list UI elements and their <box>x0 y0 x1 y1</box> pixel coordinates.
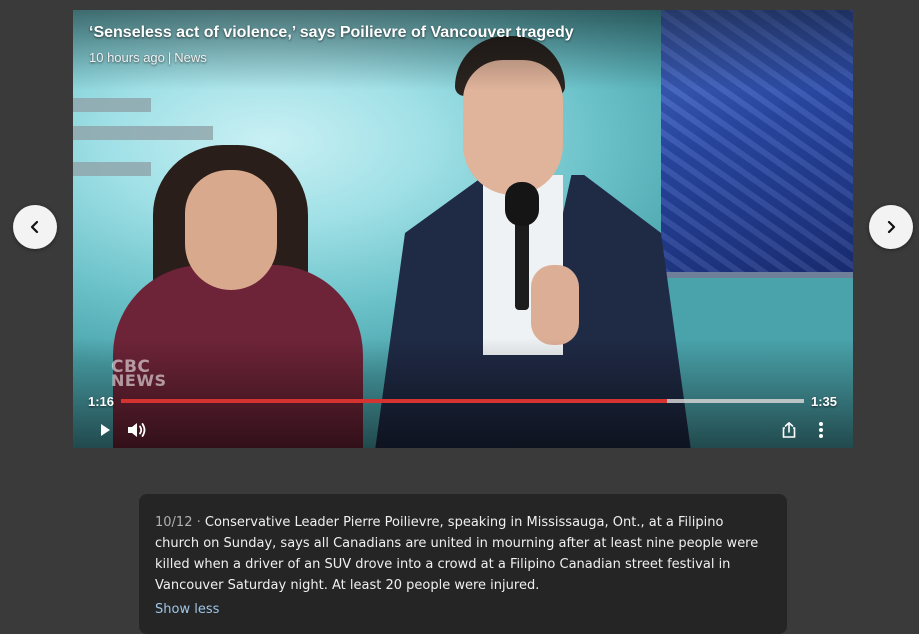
total-time: 1:35 <box>811 394 838 409</box>
progress-fill <box>121 399 668 403</box>
more-vert-icon <box>819 422 823 438</box>
share-icon <box>782 422 796 438</box>
meta-separator: | <box>167 50 172 65</box>
microphone <box>505 182 539 226</box>
slide-counter: 10/12 · <box>155 515 201 530</box>
next-button[interactable] <box>869 205 913 249</box>
video-player[interactable]: CBC NEWS ‘Senseless act of violence,’ sa… <box>73 10 853 448</box>
share-button[interactable] <box>777 418 801 442</box>
video-meta: 10 hours ago | News <box>89 50 207 65</box>
microphone-handle <box>515 220 529 310</box>
wall-decoration <box>73 98 151 112</box>
cbc-news-watermark: CBC NEWS <box>111 357 167 390</box>
progress-bar[interactable] <box>121 399 804 403</box>
volume-button[interactable] <box>125 418 149 442</box>
caption-text: Conservative Leader Pierre Poilievre, sp… <box>155 515 759 593</box>
more-options-button[interactable] <box>809 418 833 442</box>
previous-button[interactable] <box>13 205 57 249</box>
video-title: ‘Senseless act of violence,’ says Poilie… <box>89 24 574 41</box>
play-button[interactable] <box>93 418 117 442</box>
chevron-left-icon <box>30 220 39 234</box>
woman-figure-face <box>185 170 277 290</box>
wall-decoration <box>73 162 151 176</box>
chevron-right-icon <box>887 220 896 234</box>
video-age: 10 hours ago <box>89 50 165 65</box>
show-less-link[interactable]: Show less <box>155 599 771 620</box>
volume-icon <box>128 423 146 437</box>
play-icon <box>101 424 110 436</box>
current-time: 1:16 <box>88 394 115 409</box>
wall-decoration <box>73 126 213 140</box>
man-figure-hand <box>531 265 579 345</box>
bottom-gradient <box>73 338 853 448</box>
video-category[interactable]: News <box>174 50 207 65</box>
caption-panel: 10/12 · Conservative Leader Pierre Poili… <box>139 494 787 634</box>
